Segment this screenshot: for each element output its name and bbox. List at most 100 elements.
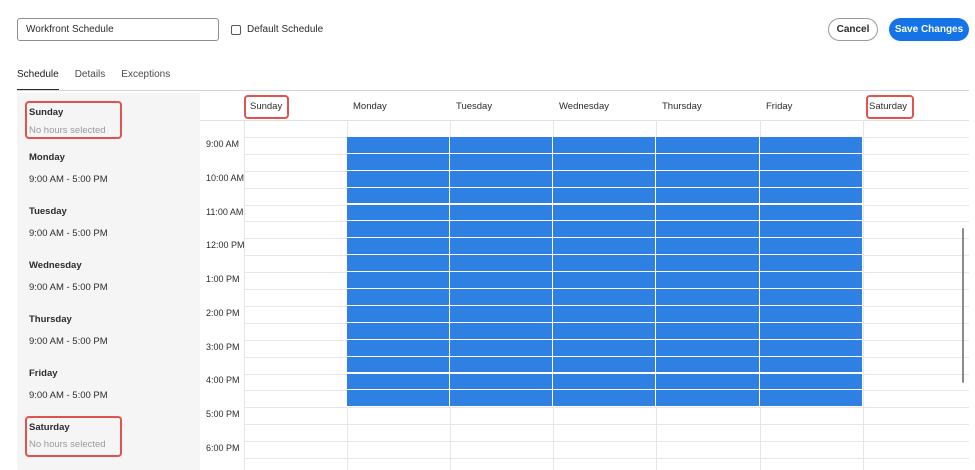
highlight-sidebar-sunday bbox=[25, 101, 122, 139]
selected-time-slot[interactable] bbox=[450, 272, 553, 289]
selected-time-slot[interactable] bbox=[656, 390, 760, 408]
save-changes-button[interactable]: Save Changes bbox=[889, 18, 969, 41]
selected-time-slot[interactable] bbox=[656, 289, 760, 306]
selected-time-slot[interactable] bbox=[656, 221, 760, 239]
selected-time-slot[interactable] bbox=[347, 221, 450, 239]
selected-time-slot[interactable] bbox=[553, 305, 656, 323]
selected-time-slot[interactable] bbox=[656, 356, 760, 374]
selected-time-slot[interactable] bbox=[347, 390, 450, 408]
selected-time-slot[interactable] bbox=[450, 204, 553, 222]
selected-time-slot[interactable] bbox=[347, 272, 450, 289]
selected-time-slot[interactable] bbox=[760, 187, 863, 205]
selected-time-slot[interactable] bbox=[450, 255, 553, 273]
selected-time-slot[interactable] bbox=[656, 373, 760, 391]
default-schedule-checkbox[interactable] bbox=[231, 24, 241, 35]
selected-time-slot[interactable] bbox=[347, 289, 450, 306]
selected-time-slot[interactable] bbox=[450, 390, 553, 408]
highlight-header-saturday bbox=[866, 95, 914, 119]
summary-hours-tuesday: 9:00 AM - 5:00 PM bbox=[29, 228, 108, 239]
selected-time-slot[interactable] bbox=[450, 322, 553, 340]
selected-time-slot[interactable] bbox=[450, 373, 553, 391]
selected-time-slot[interactable] bbox=[553, 170, 656, 188]
selected-time-slot[interactable] bbox=[553, 373, 656, 391]
selected-time-slot[interactable] bbox=[553, 238, 656, 256]
selected-time-slot[interactable] bbox=[656, 238, 760, 256]
selected-time-slot[interactable] bbox=[553, 289, 656, 306]
selected-time-slot[interactable] bbox=[760, 255, 863, 273]
selected-time-slot[interactable] bbox=[760, 356, 863, 374]
grid-row-line bbox=[244, 424, 969, 426]
time-label: 2:00 PM bbox=[206, 308, 240, 318]
selected-time-slot[interactable] bbox=[656, 170, 760, 188]
selected-time-slot[interactable] bbox=[760, 204, 863, 222]
selected-time-slot[interactable] bbox=[656, 255, 760, 273]
selected-time-slot[interactable] bbox=[347, 339, 450, 357]
selected-time-slot[interactable] bbox=[347, 153, 450, 171]
selected-time-slot[interactable] bbox=[760, 221, 863, 239]
time-label: 12:00 PM bbox=[206, 240, 245, 250]
selected-time-slot[interactable] bbox=[553, 221, 656, 239]
selected-time-slot[interactable] bbox=[347, 373, 450, 391]
selected-time-slot[interactable] bbox=[450, 153, 553, 171]
selected-time-slot[interactable] bbox=[347, 305, 450, 323]
selected-time-slot[interactable] bbox=[760, 136, 863, 154]
selected-time-slot[interactable] bbox=[450, 356, 553, 374]
selected-time-slot[interactable] bbox=[760, 373, 863, 391]
selected-time-slot[interactable] bbox=[450, 305, 553, 323]
highlight-header-sunday bbox=[244, 95, 289, 119]
selected-time-slot[interactable] bbox=[450, 136, 553, 154]
selected-time-slot[interactable] bbox=[347, 322, 450, 340]
selected-time-slot[interactable] bbox=[760, 305, 863, 323]
selected-time-slot[interactable] bbox=[553, 153, 656, 171]
selected-time-slot[interactable] bbox=[656, 272, 760, 289]
selected-time-slot[interactable] bbox=[553, 272, 656, 289]
selected-time-slot[interactable] bbox=[760, 153, 863, 171]
selected-time-slot[interactable] bbox=[450, 339, 553, 357]
selected-time-slot[interactable] bbox=[347, 170, 450, 188]
schedule-summary-sidebar: Sunday No hours selected Monday 9:00 AM … bbox=[17, 93, 200, 470]
selected-time-slot[interactable] bbox=[656, 339, 760, 357]
selected-time-slot[interactable] bbox=[760, 170, 863, 188]
tab-details[interactable]: Details bbox=[75, 69, 106, 91]
selected-time-slot[interactable] bbox=[450, 221, 553, 239]
selected-time-slot[interactable] bbox=[656, 187, 760, 205]
selected-time-slot[interactable] bbox=[656, 153, 760, 171]
selected-time-slot[interactable] bbox=[553, 356, 656, 374]
selected-time-slot[interactable] bbox=[656, 322, 760, 340]
cancel-button[interactable]: Cancel bbox=[828, 18, 878, 41]
selected-time-slot[interactable] bbox=[656, 136, 760, 154]
selected-time-slot[interactable] bbox=[347, 204, 450, 222]
selected-time-slot[interactable] bbox=[347, 136, 450, 154]
default-schedule-option[interactable]: Default Schedule bbox=[231, 24, 323, 35]
selected-time-slot[interactable] bbox=[347, 255, 450, 273]
selected-time-slot[interactable] bbox=[450, 238, 553, 256]
grid-scrollbar[interactable] bbox=[962, 228, 964, 383]
tab-exceptions[interactable]: Exceptions bbox=[121, 69, 170, 91]
selected-time-slot[interactable] bbox=[347, 356, 450, 374]
selected-time-slot[interactable] bbox=[760, 272, 863, 289]
selected-time-slot[interactable] bbox=[553, 322, 656, 340]
time-label: 11:00 AM bbox=[206, 207, 244, 217]
selected-time-slot[interactable] bbox=[347, 187, 450, 205]
selected-time-slot[interactable] bbox=[760, 322, 863, 340]
selected-time-slot[interactable] bbox=[450, 289, 553, 306]
selected-time-slot[interactable] bbox=[553, 136, 656, 154]
selected-time-slot[interactable] bbox=[760, 339, 863, 357]
selected-time-slot[interactable] bbox=[553, 187, 656, 205]
time-label: 4:00 PM bbox=[206, 375, 240, 385]
selected-time-slot[interactable] bbox=[553, 339, 656, 357]
selected-time-slot[interactable] bbox=[553, 255, 656, 273]
selected-time-slot[interactable] bbox=[450, 187, 553, 205]
selected-time-slot[interactable] bbox=[760, 289, 863, 306]
schedule-name-input[interactable] bbox=[17, 18, 219, 41]
selected-time-slot[interactable] bbox=[656, 305, 760, 323]
selected-time-slot[interactable] bbox=[760, 390, 863, 408]
selected-time-slot[interactable] bbox=[656, 204, 760, 222]
summary-day-wednesday: Wednesday bbox=[29, 260, 82, 271]
selected-time-slot[interactable] bbox=[347, 238, 450, 256]
tab-schedule[interactable]: Schedule bbox=[17, 69, 59, 91]
selected-time-slot[interactable] bbox=[553, 204, 656, 222]
selected-time-slot[interactable] bbox=[553, 390, 656, 408]
selected-time-slot[interactable] bbox=[760, 238, 863, 256]
selected-time-slot[interactable] bbox=[450, 170, 553, 188]
